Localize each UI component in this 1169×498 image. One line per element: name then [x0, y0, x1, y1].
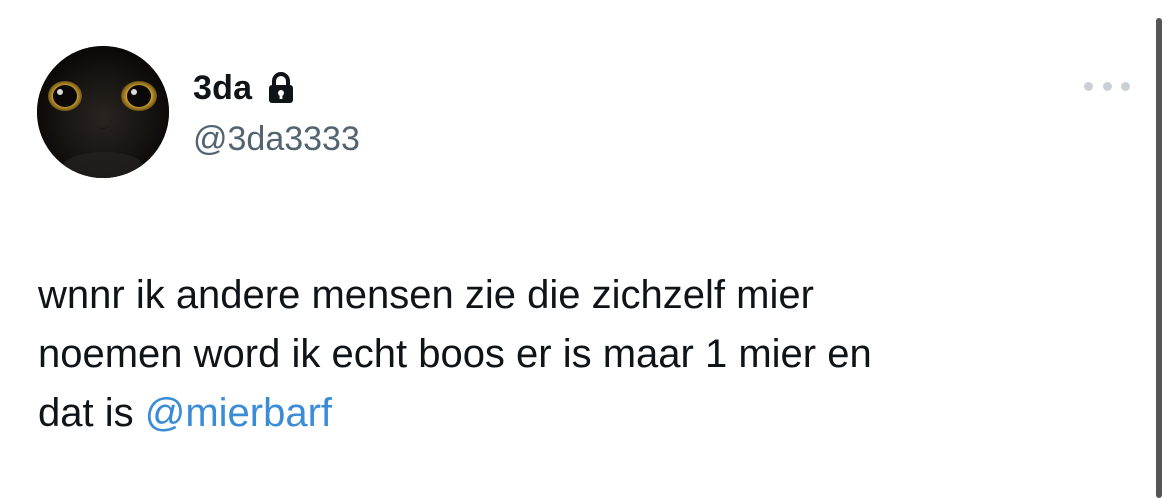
- display-name[interactable]: 3da: [193, 69, 252, 108]
- tweet-text-line: noemen word ik echt boos er is maar 1 mi…: [38, 332, 872, 376]
- avatar[interactable]: [37, 46, 169, 178]
- tweet-text-line: dat is: [38, 391, 145, 435]
- more-horizontal-icon: [1121, 81, 1130, 91]
- tweet-text-line: wnnr ik andere mensen zie die zichzelf m…: [38, 273, 814, 317]
- more-horizontal-icon: [1102, 81, 1112, 91]
- more-options-button[interactable]: [1084, 72, 1130, 100]
- tweet-text: wnnr ik andere mensen zie die zichzelf m…: [38, 266, 1118, 443]
- tweet-card: 3da @3da3333 wnnr ik andere mensen zie d…: [0, 0, 1169, 498]
- black-cat-avatar-icon: [37, 46, 169, 178]
- mention-link[interactable]: @mierbarf: [145, 391, 332, 435]
- lock-icon: [266, 71, 296, 105]
- user-handle[interactable]: @3da3333: [193, 120, 360, 159]
- author-name-row[interactable]: 3da: [193, 66, 296, 110]
- more-horizontal-icon: [1084, 81, 1093, 91]
- scrollbar[interactable]: [1156, 18, 1162, 498]
